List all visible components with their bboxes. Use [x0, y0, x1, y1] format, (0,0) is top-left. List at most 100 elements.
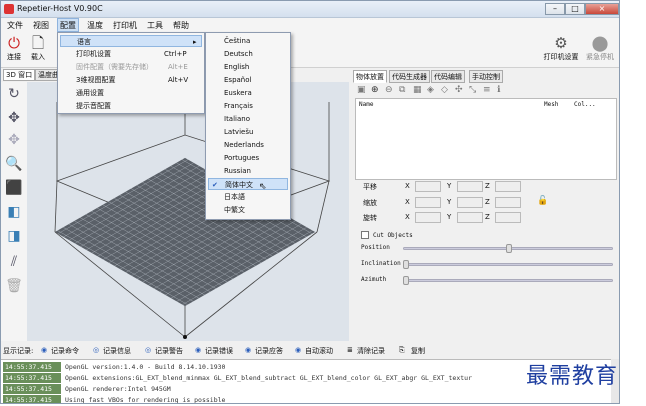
lang-german[interactable]: Deutsch — [208, 48, 288, 60]
printer-settings-button[interactable]: ⚙ 打印机设置 — [541, 35, 581, 62]
lang-label: English — [224, 63, 250, 71]
bars-icon[interactable]: ≡ — [483, 85, 491, 95]
lock-icon[interactable]: 🔓 — [537, 196, 548, 206]
lang-traditional-chinese[interactable]: 中繁文 — [208, 204, 288, 216]
object-list[interactable]: Name Mesh Col... — [355, 98, 617, 180]
expand-icon[interactable]: ✣ — [455, 85, 463, 95]
scale-z-input[interactable] — [495, 197, 521, 208]
position-slider-knob[interactable] — [506, 244, 512, 253]
menu-item-sound-config[interactable]: 提示音配置 — [60, 100, 202, 112]
cut-objects-label: Cut Objects — [373, 232, 413, 239]
trash-icon[interactable]: 🗑 — [5, 278, 23, 294]
maximize-button[interactable]: □ — [565, 3, 585, 15]
inclination-slider-knob[interactable] — [403, 260, 409, 269]
menu-view[interactable]: 视图 — [33, 20, 49, 31]
center-icon[interactable]: ◈ — [427, 85, 434, 95]
lang-french[interactable]: Français — [208, 100, 288, 112]
power-icon: ⏻ — [8, 34, 20, 52]
rotate-icon[interactable]: ↻ — [5, 86, 23, 102]
lang-czech[interactable]: Čeština — [208, 35, 288, 47]
lang-italian[interactable]: Italiano — [208, 113, 288, 125]
grid-icon[interactable]: ▦ — [413, 85, 422, 95]
duplicate-icon[interactable]: ⧉ — [399, 85, 405, 95]
cube-top-icon[interactable]: ◨ — [5, 228, 23, 244]
language-submenu: Čeština Deutsch English Español Euskera … — [205, 32, 291, 220]
rotate-label: 旋转 — [363, 214, 377, 222]
tab-code-editor[interactable]: 代码编辑 — [431, 70, 465, 83]
lang-simplified-chinese[interactable]: ✔ 简体中文 ⇖ — [208, 178, 288, 192]
scale-y-input[interactable] — [457, 197, 483, 208]
translate-z-input[interactable] — [495, 181, 521, 192]
tab-code-generator[interactable]: 代码生成器 — [389, 70, 430, 83]
lang-portuguese[interactable]: Portugues — [208, 152, 288, 164]
tab-object-placement[interactable]: 物体放置 — [353, 70, 387, 83]
azimuth-slider[interactable] — [403, 279, 613, 282]
menu-item-printer-settings[interactable]: 打印机设置 Ctrl+P — [60, 48, 202, 60]
lang-english[interactable]: English — [208, 61, 288, 73]
menu-config[interactable]: 配置 — [57, 18, 79, 32]
zoom-icon[interactable]: 🔍 — [5, 156, 23, 172]
log-errors-toggle[interactable]: 记录错误 — [205, 346, 233, 356]
tab-manual-control[interactable]: 手动控制 — [469, 70, 503, 83]
menu-tools[interactable]: 工具 — [147, 20, 163, 31]
inclination-slider[interactable] — [403, 263, 613, 266]
copy-log-button[interactable]: 复制 — [411, 346, 425, 356]
rotate-z-input[interactable] — [495, 212, 521, 223]
save-icon[interactable]: ▣ — [357, 85, 366, 95]
rotate-x-input[interactable] — [415, 212, 441, 223]
scale-x-input[interactable] — [415, 197, 441, 208]
translate-y-input[interactable] — [457, 181, 483, 192]
lang-spanish[interactable]: Español — [208, 74, 288, 86]
3d-viewport[interactable] — [27, 82, 349, 341]
azimuth-slider-knob[interactable] — [403, 276, 409, 285]
menu-printer[interactable]: 打印机 — [113, 20, 137, 31]
inclination-label: Inclination — [361, 260, 401, 267]
copy-icon[interactable]: ⊖ — [385, 85, 393, 95]
cut-icon[interactable]: ⤡ — [469, 85, 476, 95]
close-button[interactable]: × — [585, 3, 619, 15]
minimize-button[interactable]: – — [545, 3, 565, 15]
load-button[interactable]: 🗋 载入 — [27, 35, 49, 62]
info-icon[interactable]: ℹ — [497, 85, 500, 95]
cut-objects-checkbox[interactable] — [361, 231, 369, 239]
lang-japanese[interactable]: 日本語 — [208, 191, 288, 203]
parallel-lines-icon[interactable]: ⫽ — [5, 254, 23, 270]
log-info-toggle[interactable]: 记录信息 — [103, 346, 131, 356]
lang-latvian[interactable]: Latviešu — [208, 126, 288, 138]
menu-file[interactable]: 文件 — [7, 20, 23, 31]
rotate-y-input[interactable] — [457, 212, 483, 223]
scale-x-label: X — [405, 198, 410, 206]
cube-front-icon[interactable]: ◧ — [5, 204, 23, 220]
autoscroll-icon: ◉ — [295, 346, 302, 354]
lang-dutch[interactable]: Nederlands — [208, 139, 288, 151]
autoscroll-toggle[interactable]: 自动滚动 — [305, 346, 333, 356]
view-toolbar: ↻ ✥ ✥ 🔍 ⬛ ◧ ◨ ⫽ 🗑 — [1, 82, 27, 341]
lang-basque[interactable]: Euskera — [208, 87, 288, 99]
watermark: 最需教育 — [526, 364, 619, 389]
lang-label: Español — [224, 76, 252, 84]
menu-item-3d-view-config[interactable]: 3维视图配置 Alt+V — [60, 74, 202, 86]
add-icon[interactable]: ⊕ — [371, 85, 379, 95]
log-commands-toggle[interactable]: 记录命令 — [51, 346, 79, 356]
tab-3d-view[interactable]: 3D 窗口 — [3, 69, 36, 81]
move-object-icon[interactable]: ✥ — [5, 132, 23, 148]
rotate-x-label: X — [405, 213, 410, 221]
menu-item-general-settings[interactable]: 通用设置 — [60, 87, 202, 99]
log-ack-toggle[interactable]: 记录应答 — [255, 346, 283, 356]
menu-item-shortcut: Alt+E — [168, 63, 188, 71]
lang-label: Deutsch — [224, 50, 253, 58]
emergency-stop-button[interactable]: ⬤ 紧急停机 — [583, 35, 617, 62]
move-icon[interactable]: ✥ — [5, 110, 23, 126]
lang-label: Čeština — [224, 37, 251, 45]
menu-item-language[interactable]: 语言 ▸ — [60, 35, 202, 47]
clear-log-button[interactable]: 清除记录 — [357, 346, 385, 356]
col-name: Name — [359, 101, 374, 108]
translate-x-input[interactable] — [415, 181, 441, 192]
connect-button[interactable]: ⏻ 连接 — [3, 35, 25, 62]
menu-help[interactable]: 帮助 — [173, 20, 189, 31]
cube-iso-icon[interactable]: ⬛ — [5, 180, 23, 196]
menu-temperature[interactable]: 温度 — [87, 20, 103, 31]
log-warnings-toggle[interactable]: 记录警告 — [155, 346, 183, 356]
lang-russian[interactable]: Russian — [208, 165, 288, 177]
arrange-icon[interactable]: ◇ — [441, 85, 448, 95]
